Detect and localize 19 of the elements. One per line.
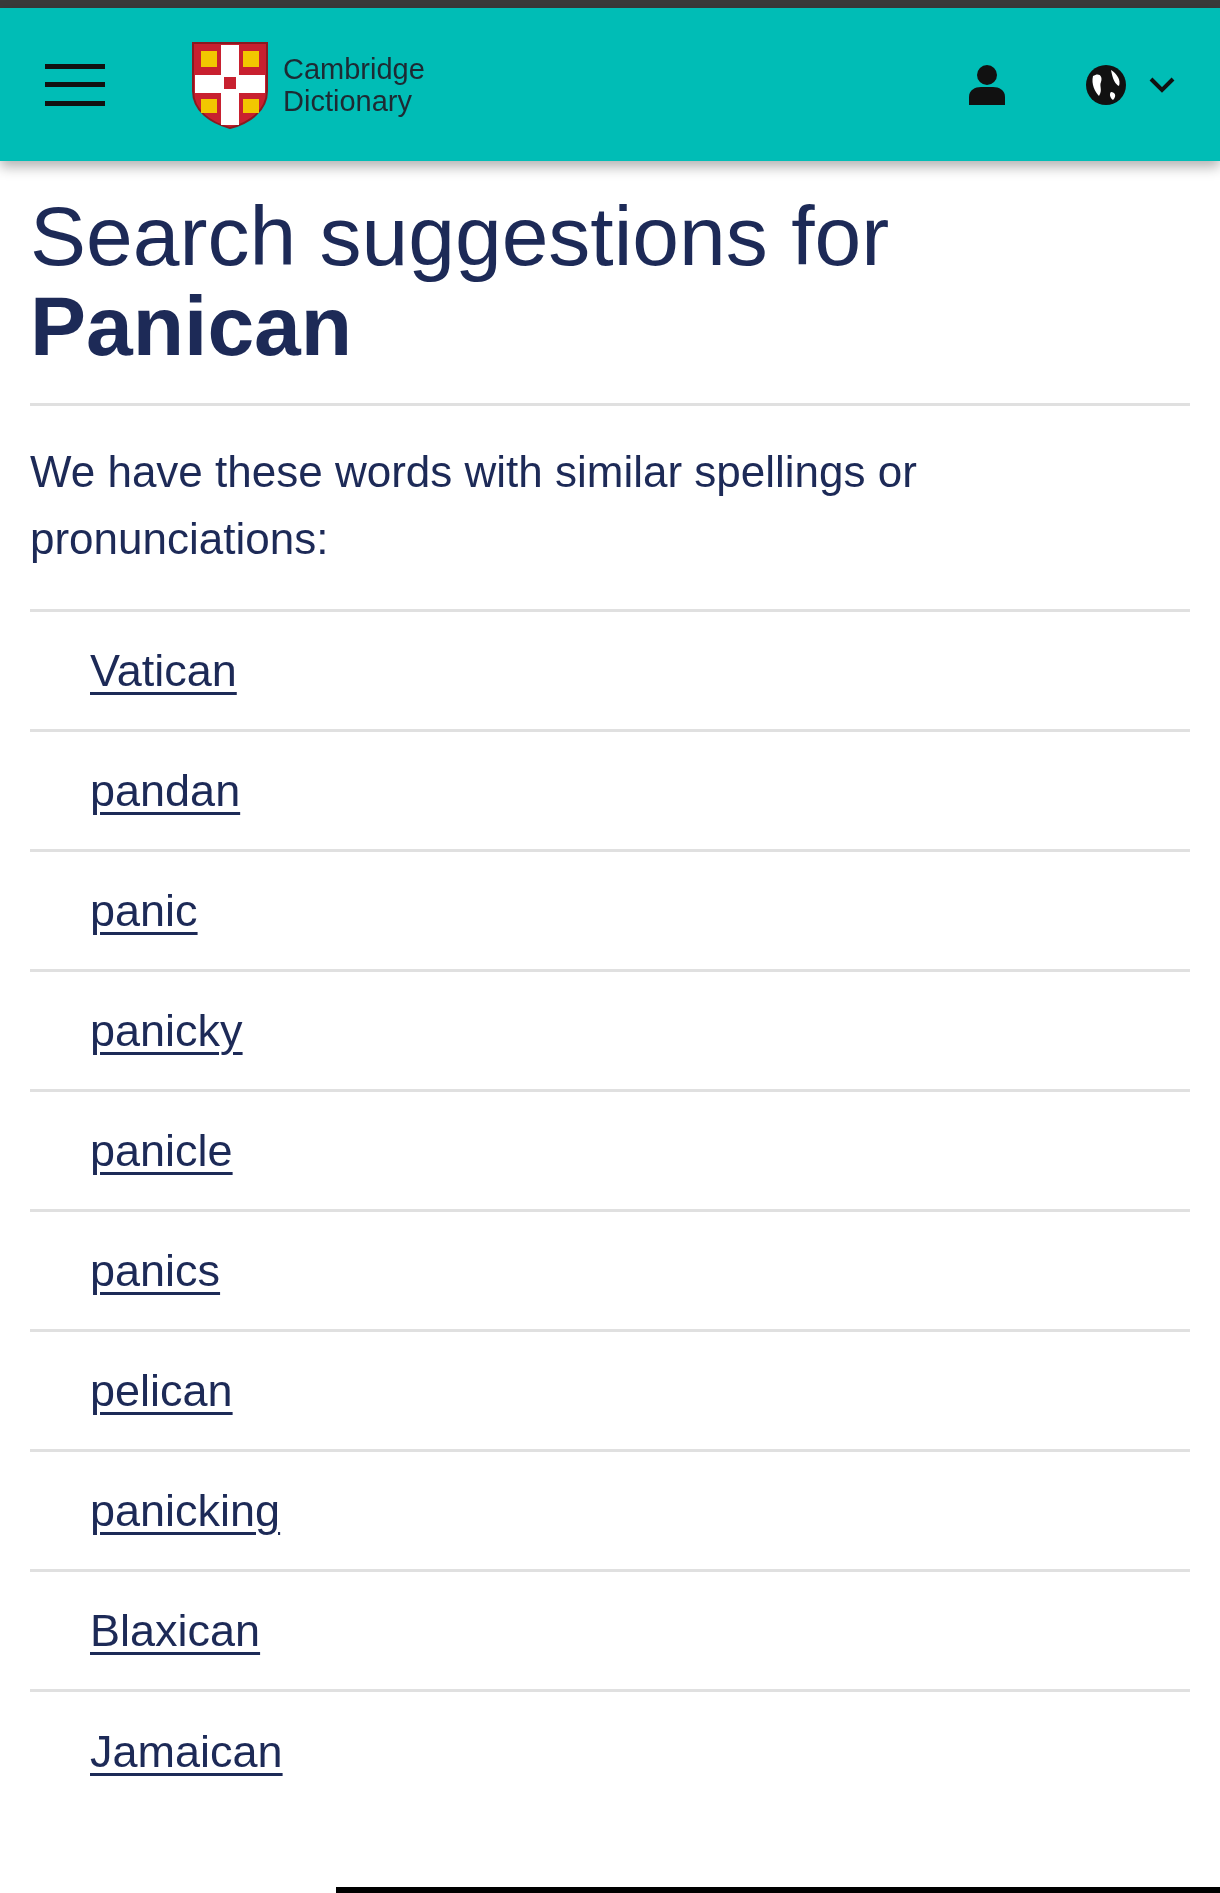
logo-text[interactable]: Dictionary: [283, 84, 425, 117]
menu-icon[interactable]: [45, 63, 105, 106]
suggestion-link[interactable]: panics: [90, 1236, 221, 1305]
intro-text: We have these words with similar spellings or pronunciations:: [30, 406, 1190, 612]
logo-text[interactable]: Cambridge: [283, 52, 425, 85]
chevron-down-icon[interactable]: [1149, 76, 1175, 93]
suggestion-link[interactable]: panicle: [90, 1116, 233, 1185]
user-icon[interactable]: [969, 64, 1005, 105]
page-heading: Search suggestions for Panican: [30, 191, 1190, 406]
shield-logo-icon[interactable]: [191, 40, 269, 129]
globe-icon[interactable]: [1085, 63, 1127, 106]
suggestion-link[interactable]: panicky: [90, 996, 243, 1065]
suggestion-link[interactable]: Jamaican: [90, 1718, 283, 1786]
suggestion-link[interactable]: pandan: [90, 756, 241, 825]
suggestion-link[interactable]: Blaxican: [90, 1596, 261, 1665]
suggestion-link[interactable]: pelican: [90, 1356, 233, 1425]
suggestion-link[interactable]: Vatican: [90, 636, 237, 705]
suggestion-link[interactable]: panicking: [90, 1476, 281, 1545]
suggestion-link[interactable]: panic: [90, 876, 198, 945]
